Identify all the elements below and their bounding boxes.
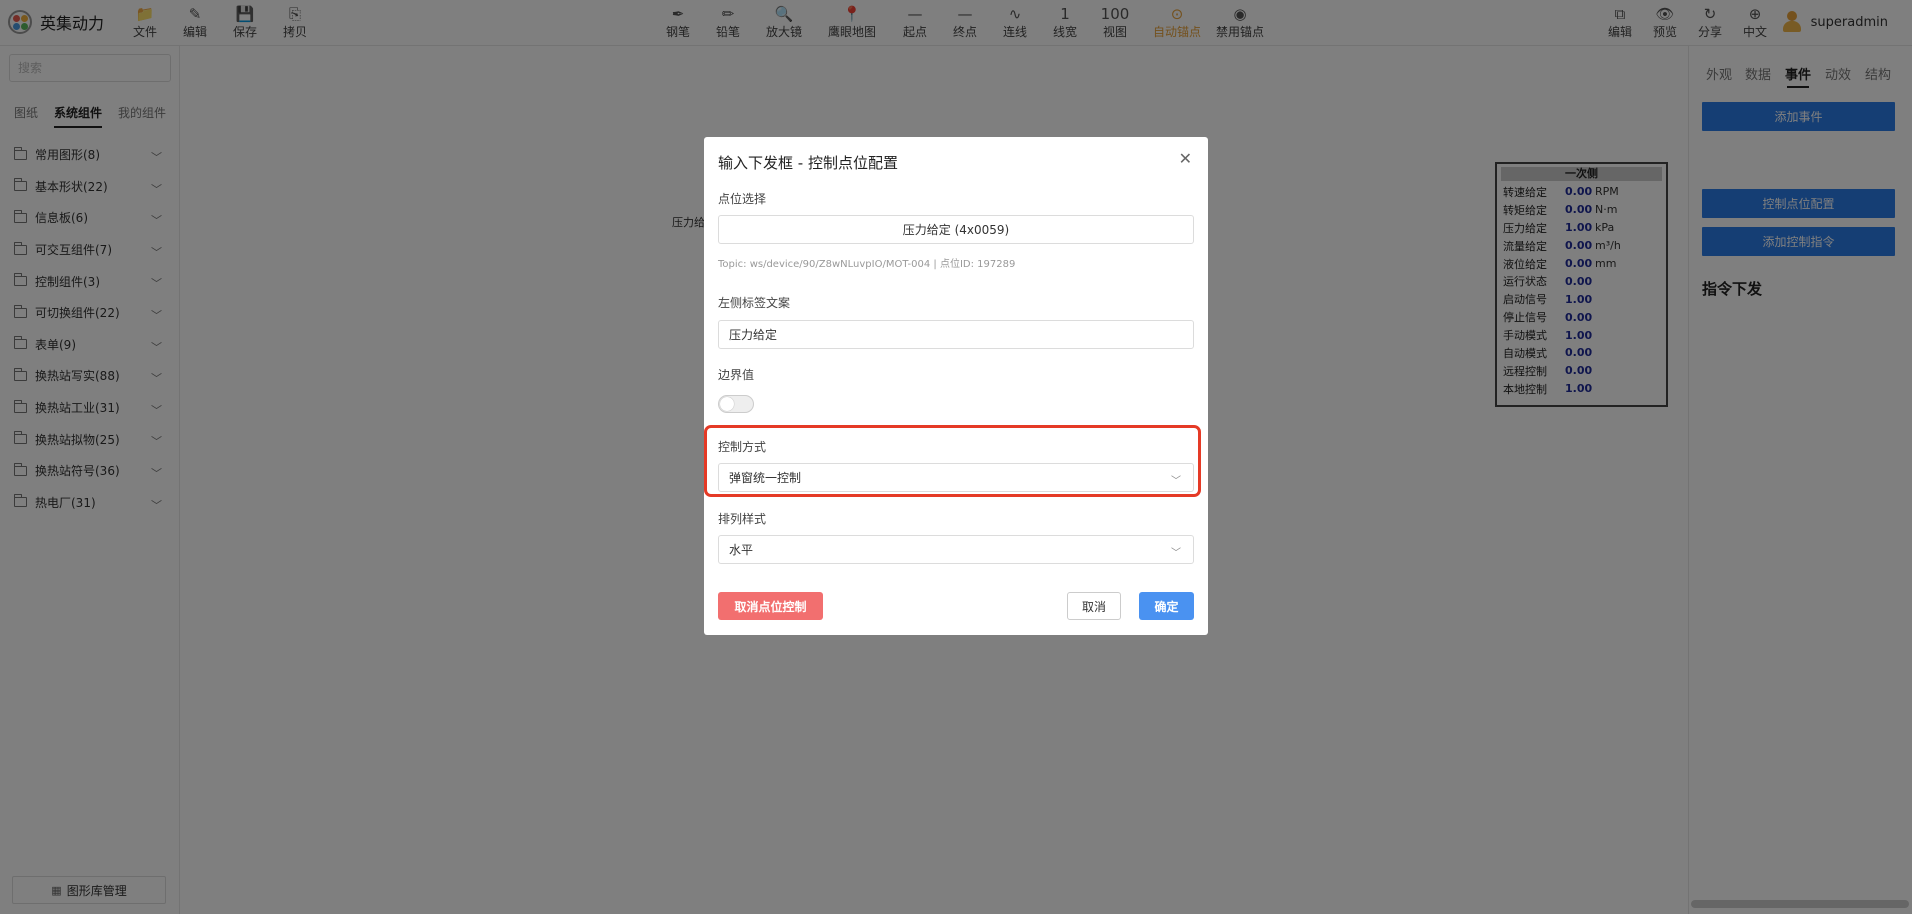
close-icon[interactable]: ✕ (1179, 149, 1192, 168)
cancel-point-control-button[interactable]: 取消点位控制 (718, 592, 823, 620)
left-label-label: 左侧标签文案 (718, 296, 791, 310)
layout-style-select[interactable]: 水平 ﹀ (718, 535, 1194, 564)
toggle-knob (720, 397, 734, 411)
boundary-toggle[interactable] (718, 395, 754, 413)
chevron-down-icon: ﹀ (1171, 548, 1181, 559)
point-select-label: 点位选择 (718, 192, 767, 206)
layout-style-label: 排列样式 (718, 512, 767, 526)
cancel-button[interactable]: 取消 (1067, 592, 1121, 620)
left-label-input[interactable]: 压力给定 (718, 320, 1194, 349)
dialog-title: 输入下发框 - 控制点位配置 (718, 154, 898, 172)
chevron-down-icon: ﹀ (1171, 476, 1181, 487)
point-select-field[interactable]: 压力给定 (4x0059) (718, 215, 1194, 244)
control-mode-label: 控制方式 (718, 440, 767, 454)
topic-hint: Topic: ws/device/90/Z8wNLuvpIO/MOT-004 |… (718, 259, 1016, 270)
control-point-config-dialog: 输入下发框 - 控制点位配置 ✕ 点位选择 压力给定 (4x0059) Topi… (704, 137, 1208, 635)
control-mode-select[interactable]: 弹窗统一控制 ﹀ (718, 463, 1194, 492)
confirm-button[interactable]: 确定 (1139, 592, 1194, 620)
boundary-label: 边界值 (718, 368, 755, 382)
